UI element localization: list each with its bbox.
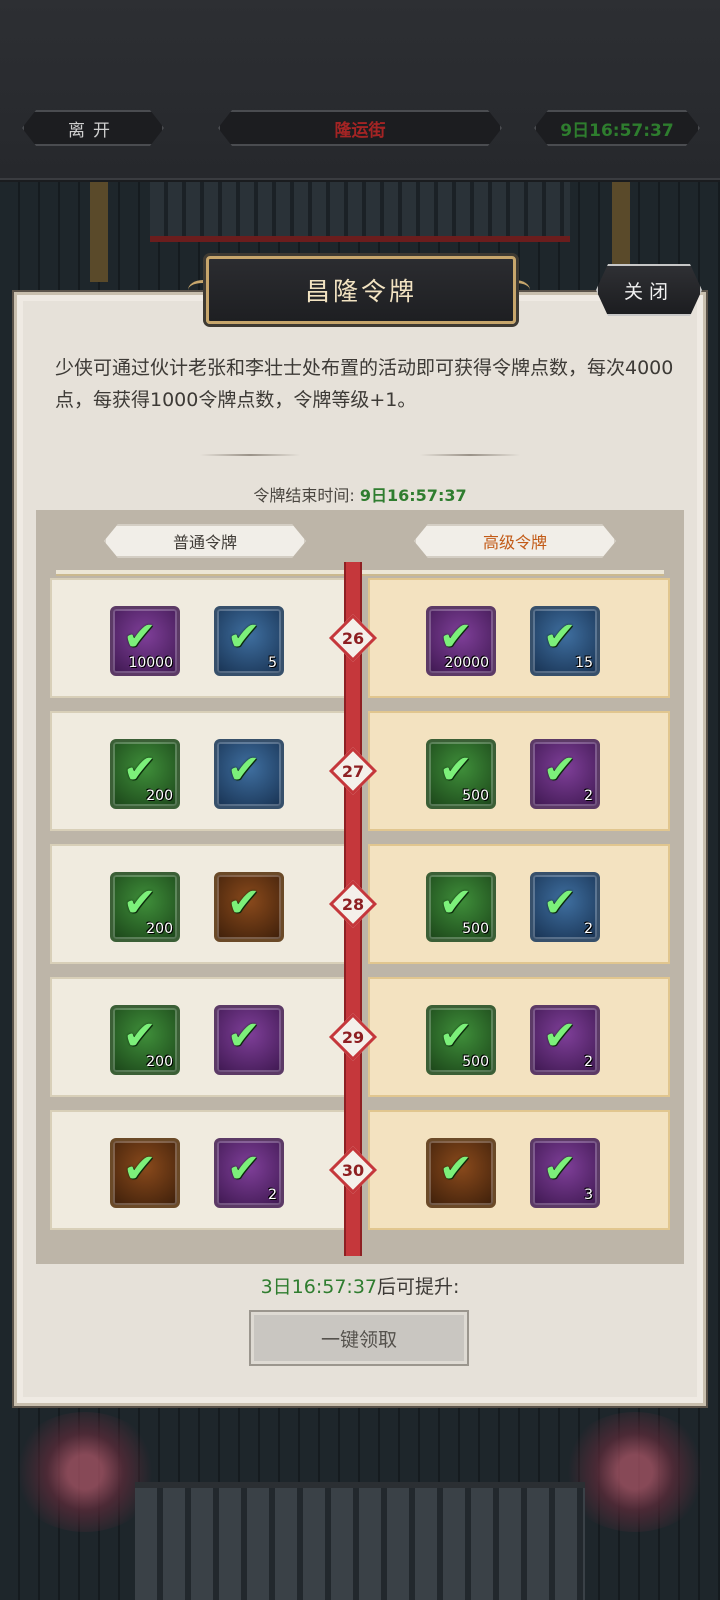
tab-normal-token[interactable]: 普通令牌 [104, 524, 306, 558]
top-bar: 离开 隆运街 9日16:57:37 [0, 0, 720, 180]
item-quantity: 2 [584, 1054, 593, 1070]
end-time-label: 令牌结束时间: [253, 486, 355, 505]
item-quantity: 2 [584, 921, 593, 937]
claimed-check-icon: ✔ [439, 747, 473, 793]
purple-chest-icon[interactable]: ✔ [426, 1138, 496, 1208]
red-orb-icon[interactable]: ✔ 15 [530, 606, 600, 676]
claimed-check-icon: ✔ [543, 1146, 577, 1192]
roof-decoration [150, 182, 570, 242]
claimed-check-icon: ✔ [227, 1146, 261, 1192]
claimed-check-icon: ✔ [439, 614, 473, 660]
leave-button[interactable]: 离开 [22, 110, 164, 146]
claimed-check-icon: ✔ [227, 1013, 261, 1059]
silver-orb-icon[interactable]: ✔ 3 [530, 1138, 600, 1208]
scroll-icon[interactable]: ✔ 500 [426, 1005, 496, 1075]
roof-decoration [135, 1482, 585, 1600]
claimed-check-icon: ✔ [439, 1146, 473, 1192]
claimed-check-icon: ✔ [123, 614, 157, 660]
claimed-check-icon: ✔ [543, 614, 577, 660]
jade-token-icon[interactable]: ✔ [214, 872, 284, 942]
level-number: 29 [341, 1027, 365, 1047]
gold-ingot-icon[interactable]: ✔ 10000 [110, 606, 180, 676]
claimed-check-icon: ✔ [439, 1013, 473, 1059]
pillar-decoration [90, 182, 108, 282]
red-orb-icon[interactable]: ✔ 5 [214, 606, 284, 676]
claimed-check-icon: ✔ [227, 880, 261, 926]
upgrade-suffix: 后可提升: [377, 1276, 460, 1298]
scroll-icon[interactable]: ✔ 200 [110, 1005, 180, 1075]
item-quantity: 200 [146, 788, 173, 804]
premium-reward-cell: ✔ 20000 ✔ 15 [368, 578, 670, 698]
premium-reward-cell: ✔ 500 ✔ 2 [368, 711, 670, 831]
claimed-check-icon: ✔ [227, 747, 261, 793]
green-gem-icon[interactable]: ✔ [214, 739, 284, 809]
level-number: 27 [341, 761, 365, 781]
silver-orb-icon[interactable]: ✔ 2 [214, 1138, 284, 1208]
golden-armor-icon[interactable]: ✔ 2 [530, 1005, 600, 1075]
clock-label: 9日16:57:37 [534, 110, 700, 146]
level-number: 28 [341, 894, 365, 914]
scroll-icon[interactable]: ✔ 200 [110, 872, 180, 942]
pearl-icon[interactable]: ✔ 2 [530, 872, 600, 942]
purple-orb-icon[interactable]: ✔ 2 [530, 739, 600, 809]
claimed-check-icon: ✔ [543, 1013, 577, 1059]
item-quantity: 500 [462, 1054, 489, 1070]
dialog-title: 昌隆令牌 [206, 256, 516, 324]
scroll-icon[interactable]: ✔ 500 [426, 872, 496, 942]
normal-reward-cell: ✔ 10000 ✔ 5 [50, 578, 352, 698]
green-chest-icon[interactable]: ✔ [110, 1138, 180, 1208]
scroll-icon[interactable]: ✔ 200 [110, 739, 180, 809]
item-quantity: 10000 [128, 655, 173, 671]
item-quantity: 3 [584, 1187, 593, 1203]
level-number: 30 [341, 1160, 365, 1180]
claimed-check-icon: ✔ [543, 747, 577, 793]
premium-reward-cell: ✔ ✔ 3 [368, 1110, 670, 1230]
claim-all-button[interactable]: 一键领取 [251, 1312, 467, 1364]
end-time: 令牌结束时间: 9日16:57:37 [0, 482, 720, 506]
item-quantity: 5 [268, 655, 277, 671]
claimed-check-icon: ✔ [123, 747, 157, 793]
normal-reward-cell: ✔ 200 ✔ [50, 977, 352, 1097]
close-button[interactable]: 关闭 [596, 264, 702, 316]
tab-premium-token[interactable]: 高级令牌 [414, 524, 616, 558]
item-quantity: 200 [146, 1054, 173, 1070]
item-quantity: 2 [268, 1187, 277, 1203]
level-number: 26 [341, 628, 365, 648]
normal-reward-cell: ✔ 200 ✔ [50, 844, 352, 964]
divider-ornament [200, 454, 300, 456]
item-quantity: 20000 [444, 655, 489, 671]
divider-ornament [420, 454, 520, 456]
premium-reward-cell: ✔ 500 ✔ 2 [368, 844, 670, 964]
gold-ingot-icon[interactable]: ✔ 20000 [426, 606, 496, 676]
claimed-check-icon: ✔ [123, 1146, 157, 1192]
item-quantity: 2 [584, 788, 593, 804]
location-label: 隆运街 [218, 110, 502, 146]
normal-reward-cell: ✔ 200 ✔ [50, 711, 352, 831]
upgrade-timer: 3日16:57:37后可提升: [0, 1272, 720, 1299]
claimed-check-icon: ✔ [543, 880, 577, 926]
scroll-icon[interactable]: ✔ 500 [426, 739, 496, 809]
normal-reward-cell: ✔ ✔ 2 [50, 1110, 352, 1230]
item-quantity: 200 [146, 921, 173, 937]
blade-icon[interactable]: ✔ [214, 1005, 284, 1075]
claimed-check-icon: ✔ [123, 1013, 157, 1059]
description-text: 少侠可通过伙计老张和李壮士处布置的活动即可获得令牌点数，每次4000点，每获得1… [55, 357, 674, 411]
upgrade-time: 3日16:57:37 [260, 1276, 377, 1298]
claimed-check-icon: ✔ [227, 614, 261, 660]
end-time-value: 9日16:57:37 [359, 486, 467, 505]
claimed-check-icon: ✔ [123, 880, 157, 926]
item-quantity: 15 [575, 655, 593, 671]
claimed-check-icon: ✔ [439, 880, 473, 926]
item-quantity: 500 [462, 788, 489, 804]
premium-reward-cell: ✔ 500 ✔ 2 [368, 977, 670, 1097]
item-quantity: 500 [462, 921, 489, 937]
